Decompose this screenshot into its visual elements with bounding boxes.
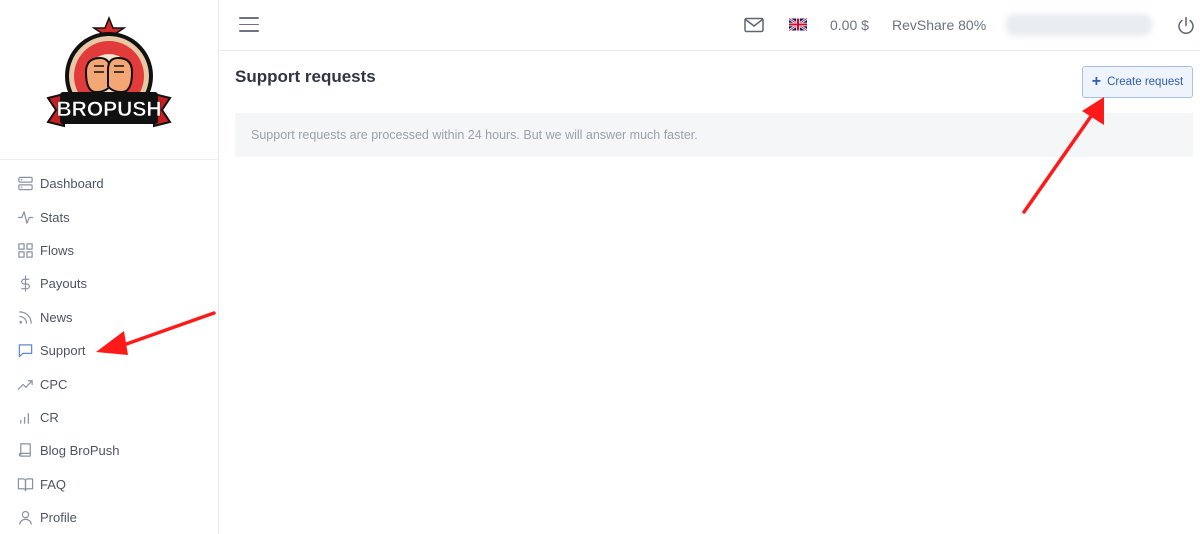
create-request-button[interactable]: + Create request [1082, 66, 1193, 98]
main-content: Support requests + Create request Suppor… [219, 52, 1200, 534]
menu-toggle-icon[interactable] [239, 17, 259, 33]
page-title: Support requests [235, 67, 376, 86]
sidebar-item-label: Payouts [40, 276, 87, 292]
user-icon [16, 509, 34, 527]
sidebar-item-support[interactable]: Support [0, 334, 218, 367]
sidebar-item-faq[interactable]: FAQ [0, 468, 218, 501]
sidebar-item-blog-bropush[interactable]: Blog BroPush [0, 434, 218, 467]
user-email-blurred[interactable] [1006, 14, 1152, 36]
notice-text: Support requests are processed within 24… [251, 128, 698, 142]
sidebar-item-label: Support [40, 343, 86, 359]
uk-flag-icon[interactable] [789, 18, 807, 31]
sidebar-item-label: Flows [40, 242, 74, 258]
bar-chart-icon [16, 408, 34, 426]
sidebar-item-profile[interactable]: Profile [0, 501, 218, 534]
sidebar-item-cr[interactable]: CR [0, 401, 218, 434]
sidebar-item-dashboard[interactable]: Dashboard [0, 167, 218, 200]
sidebar-item-label: FAQ [40, 476, 67, 492]
sidebar-item-label: CR [40, 409, 59, 425]
dollar-icon [16, 275, 34, 293]
book-icon [16, 442, 34, 460]
rss-icon [16, 308, 34, 326]
sidebar-item-label: News [40, 309, 73, 325]
trending-up-icon [16, 375, 34, 393]
sidebar-item-stats[interactable]: Stats [0, 200, 218, 233]
sidebar-nav: Dashboard Stats Flows Payouts News Suppo… [0, 160, 218, 534]
sidebar-item-label: Blog BroPush [40, 443, 120, 459]
sidebar-item-flows[interactable]: Flows [0, 234, 218, 267]
chat-icon [16, 342, 34, 360]
power-icon[interactable] [1176, 16, 1196, 36]
sidebar-item-label: Stats [40, 209, 70, 225]
sidebar-item-payouts[interactable]: Payouts [0, 267, 218, 300]
bropush-logo-icon: BROPUSH [46, 15, 172, 127]
mail-icon[interactable] [744, 17, 764, 33]
activity-icon [16, 208, 34, 226]
sidebar-item-label: Profile [40, 510, 77, 526]
sidebar: BROPUSH Dashboard Stats Flows Payouts Ne… [0, 0, 219, 534]
sidebar-item-news[interactable]: News [0, 301, 218, 334]
open-book-icon [16, 475, 34, 493]
dashboard-icon [16, 175, 34, 193]
grid-icon [16, 241, 34, 259]
sidebar-item-cpc[interactable]: CPC [0, 367, 218, 400]
logo[interactable]: BROPUSH [0, 0, 218, 160]
sidebar-item-label: Dashboard [40, 176, 104, 192]
sidebar-item-label: CPC [40, 376, 68, 392]
top-header: 0.00 $ RevShare 80% [219, 0, 1200, 51]
create-request-label: Create request [1107, 76, 1184, 88]
revshare-label: RevShare 80% [892, 17, 987, 33]
info-notice: Support requests are processed within 24… [235, 113, 1193, 157]
balance-value: 0.00 $ [830, 17, 869, 33]
logo-text: BROPUSH [56, 98, 161, 121]
plus-icon: + [1091, 73, 1102, 90]
